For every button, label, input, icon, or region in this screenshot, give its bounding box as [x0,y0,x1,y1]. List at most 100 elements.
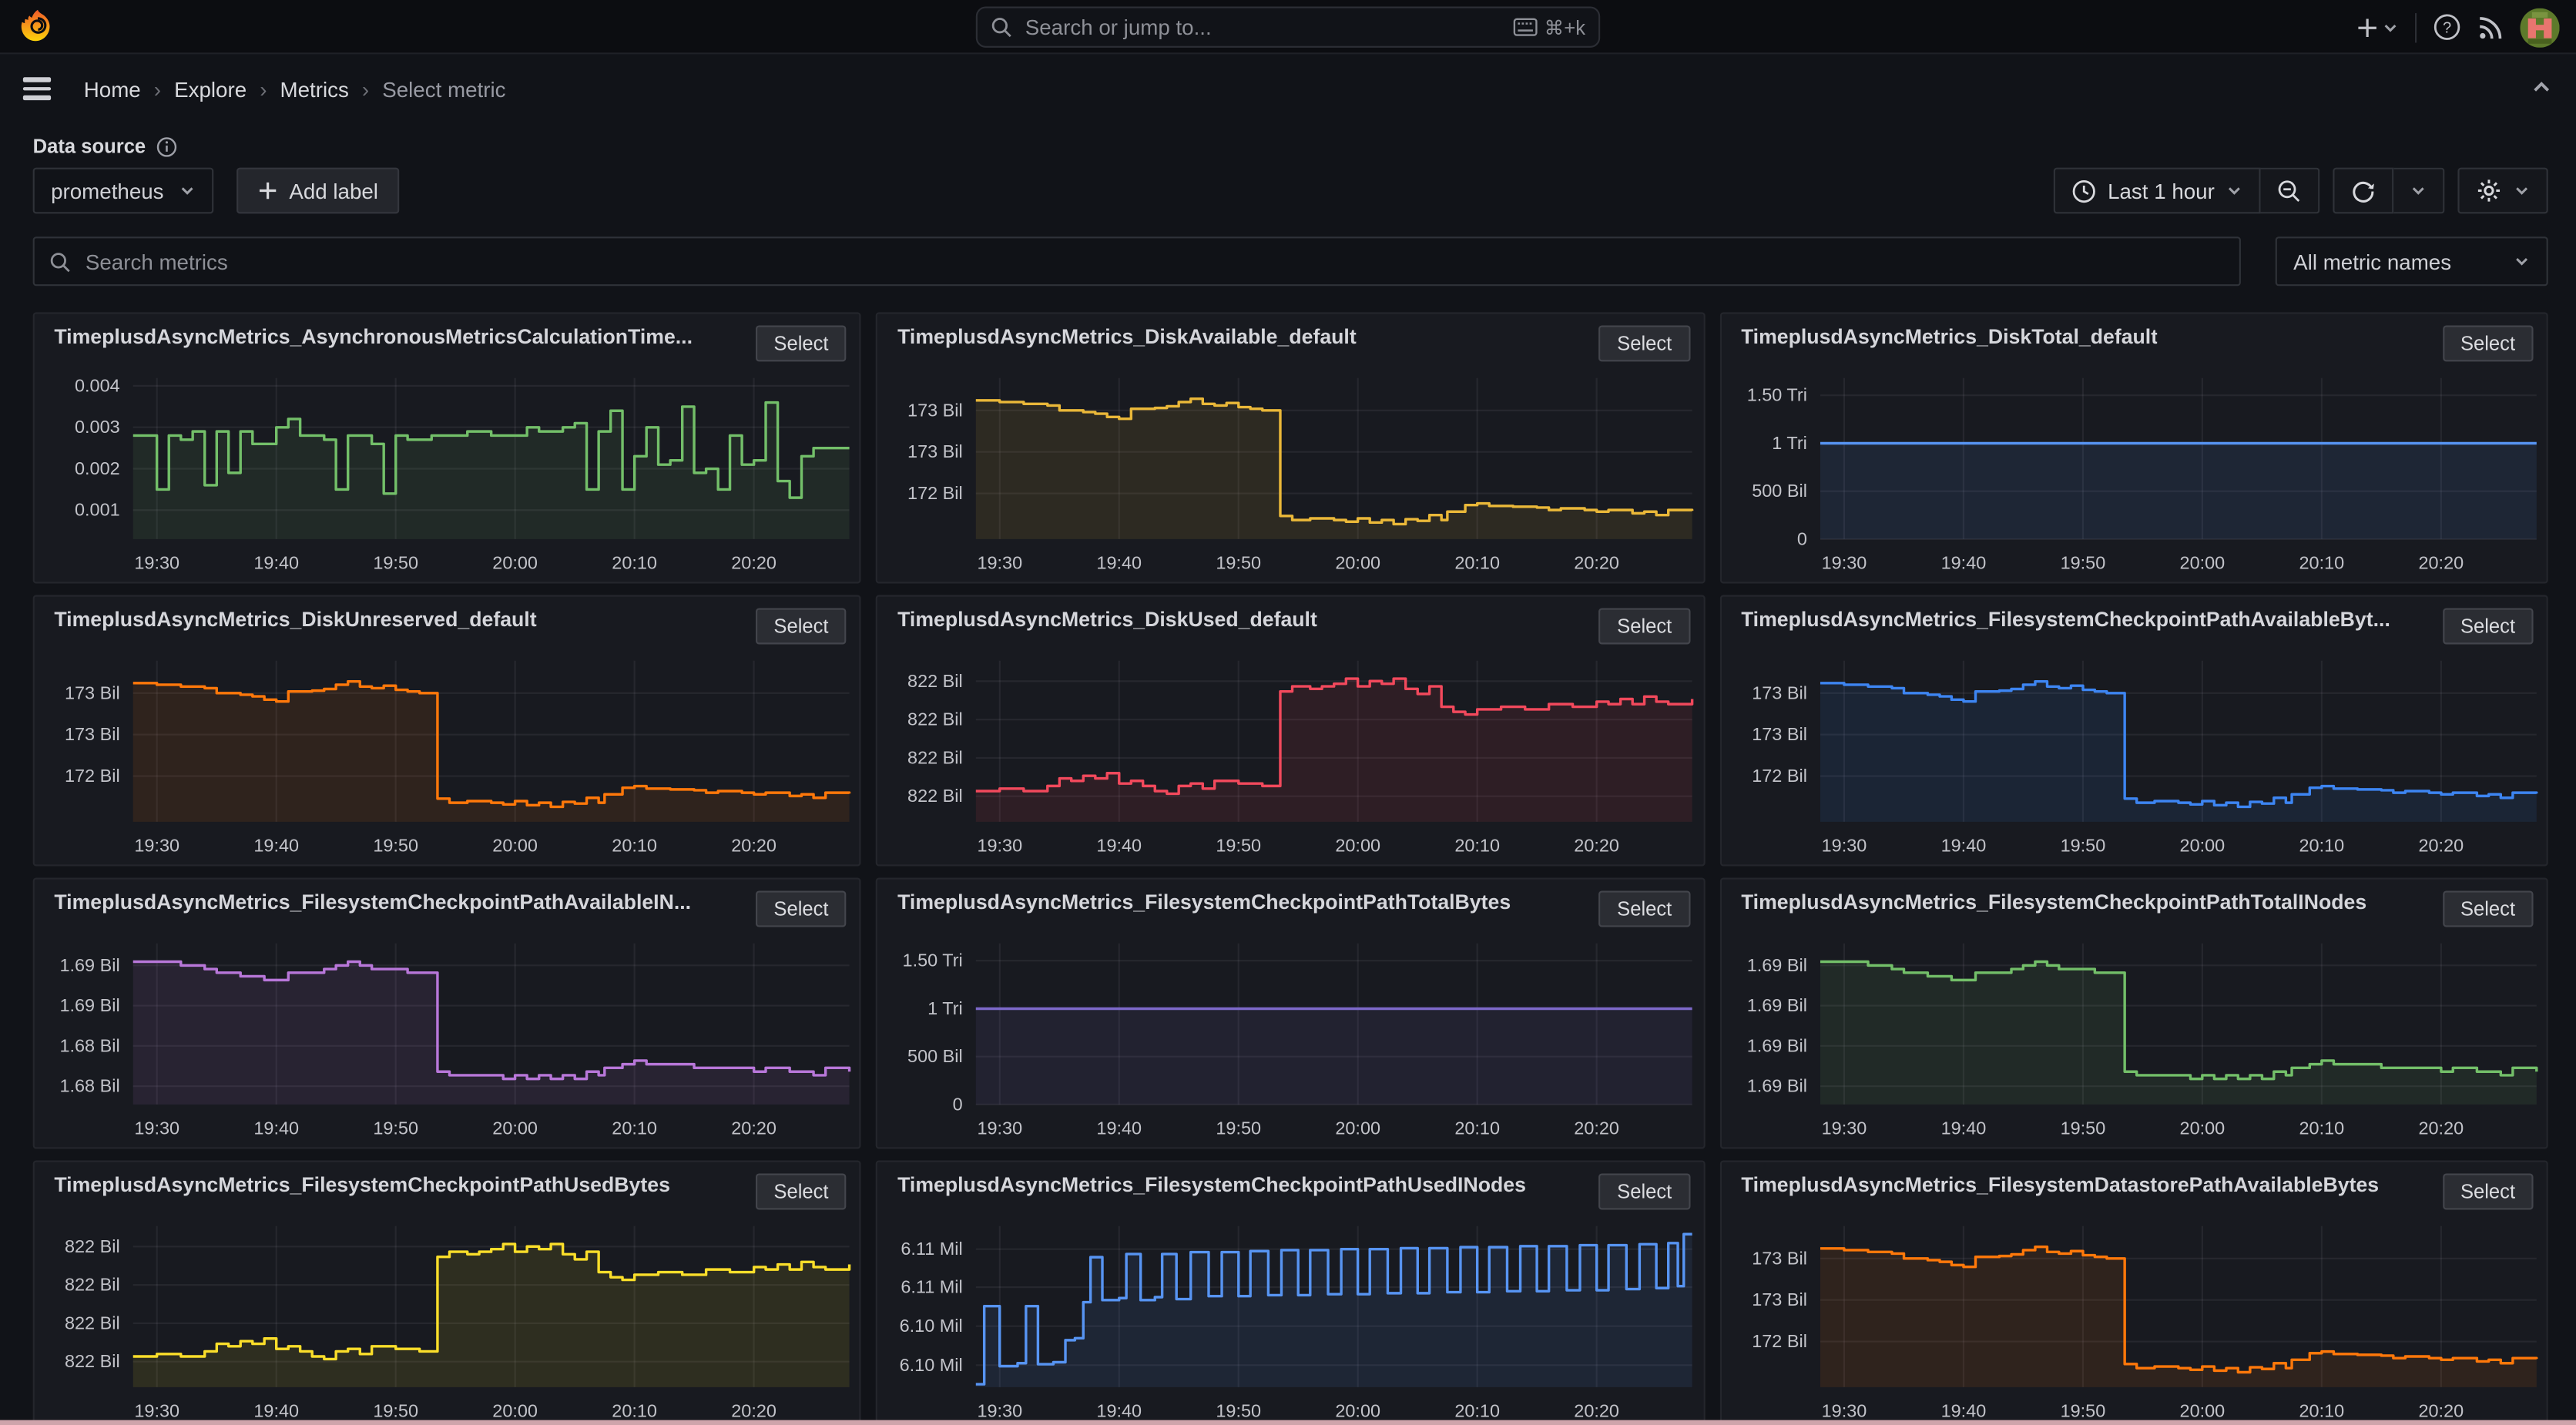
metric-names-filter[interactable]: All metric names [2275,236,2548,287]
x-tick-label: 19:40 [253,1401,299,1421]
y-tick-label: 822 Bil [65,1352,120,1372]
x-tick-label: 20:00 [1336,1118,1381,1138]
x-tick-label: 19:50 [2060,553,2105,573]
x-tick-label: 20:20 [731,1118,776,1138]
news-rss-button[interactable] [2477,14,2504,40]
x-tick-label: 20:10 [612,553,657,573]
panel-header: TimeplusdAsyncMetrics_FilesystemCheckpoi… [878,1162,1703,1211]
x-tick-label: 20:10 [612,1401,657,1421]
keyboard-icon [1513,18,1538,36]
collapse-chevron-up-icon[interactable] [2530,75,2553,99]
y-tick-label: 822 Bil [908,748,964,768]
metric-search-box[interactable] [32,236,2241,287]
panel-select-button-8[interactable]: Select [2442,890,2534,928]
y-tick-label: 172 Bil [1751,766,1806,786]
x-tick-label: 19:30 [978,1401,1023,1421]
panel-chart: 19:30 19:40 19:50 20:00 20:10 20:20 1.50 Tri 1 … [903,944,1693,1138]
panel-select-button-6[interactable]: Select [755,890,847,928]
y-tick-label: 173 Bil [1751,1249,1806,1269]
panel-select-button-1[interactable]: Select [1598,325,1690,363]
panel-select-button-9[interactable]: Select [755,1173,847,1211]
x-tick-label: 19:30 [1821,836,1867,856]
panel-chart: 19:30 19:40 19:50 20:00 20:10 20:20 173 Bil 173… [65,661,851,856]
y-tick-label: 0 [1796,529,1806,549]
x-tick-label: 20:20 [2418,1118,2464,1138]
x-tick-label: 20:20 [731,836,776,856]
global-search-input[interactable] [1021,13,1504,42]
y-tick-label: 822 Bil [65,1237,120,1257]
panel-chart: 19:30 19:40 19:50 20:00 20:10 20:20 173 Bil 173… [1751,1226,2537,1421]
panel-select-button-0[interactable]: Select [755,325,847,363]
panel-select-button-7[interactable]: Select [1598,890,1690,928]
panel-select-button-4[interactable]: Select [1598,608,1690,645]
settings-button[interactable] [2457,167,2548,214]
menu-toggle-icon[interactable] [22,77,52,100]
metric-panel-grid: TimeplusdAsyncMetrics_AsynchronousMetric… [32,312,2548,1425]
x-tick-label: 19:40 [1940,1118,1986,1138]
refresh-button[interactable] [2333,167,2394,214]
grafana-logo-icon[interactable] [20,8,56,46]
user-avatar[interactable] [2520,7,2560,47]
info-icon[interactable] [156,136,177,157]
x-tick-label: 20:10 [612,836,657,856]
zoom-out-button[interactable] [2260,167,2320,214]
panel-title: TimeplusdAsyncMetrics_DiskAvailable_defa… [897,325,1357,349]
breadcrumb-explore[interactable]: Explore [174,76,247,101]
x-tick-label: 19:50 [1216,1118,1262,1138]
metric-panel: TimeplusdAsyncMetrics_DiskUsed_default S… [876,595,1705,867]
x-tick-label: 20:00 [1336,553,1381,573]
y-tick-label: 1.50 Tri [1746,385,1806,405]
top-bar: ⌘+k ? [0,0,2576,55]
x-tick-label: 19:40 [253,836,299,856]
x-tick-label: 20:20 [2418,1401,2464,1421]
panel-chart: 19:30 19:40 19:50 20:00 20:10 20:20 1.69 Bil 1.… [59,944,851,1138]
panel-select-button-10[interactable]: Select [1598,1173,1690,1211]
x-tick-label: 19:30 [134,836,179,856]
x-tick-label: 20:00 [492,1401,538,1421]
panel-select-button-5[interactable]: Select [2442,608,2534,645]
panel-select-button-11[interactable]: Select [2442,1173,2534,1211]
x-tick-label: 19:40 [1097,1401,1142,1421]
x-tick-label: 20:20 [1575,553,1620,573]
x-tick-label: 20:10 [1455,553,1501,573]
panel-select-button-3[interactable]: Select [755,608,847,645]
new-menu-button[interactable] [2356,15,2398,39]
data-source-label-row: Data source [33,135,177,158]
metric-names-filter-value: All metric names [2293,249,2452,274]
data-source-picker[interactable]: prometheus [32,167,214,214]
x-tick-label: 19:30 [134,1401,179,1421]
x-tick-label: 20:20 [1575,836,1620,856]
metric-panel: TimeplusdAsyncMetrics_FilesystemCheckpoi… [32,877,862,1149]
help-button[interactable]: ? [2433,13,2460,41]
y-tick-label: 1.69 Bil [59,996,119,1016]
y-tick-label: 0.004 [75,376,120,396]
x-tick-label: 19:30 [1821,1401,1867,1421]
global-search-box[interactable]: ⌘+k [975,6,1601,48]
y-tick-label: 822 Bil [908,709,964,729]
y-tick-label: 173 Bil [1751,725,1806,745]
breadcrumb-metrics[interactable]: Metrics [280,76,349,101]
panel-chart: 19:30 19:40 19:50 20:00 20:10 20:20 0.004 0.003… [75,376,850,573]
x-tick-label: 20:20 [1575,1118,1620,1138]
plus-icon [259,182,277,200]
x-tick-label: 19:40 [1097,1118,1142,1138]
add-label-button[interactable]: Add label [236,167,400,214]
x-tick-label: 19:50 [373,553,418,573]
panel-title: TimeplusdAsyncMetrics_FilesystemCheckpoi… [54,1173,670,1197]
y-tick-label: 1.69 Bil [1746,996,1806,1016]
x-tick-label: 19:30 [134,1118,179,1138]
panel-chart: 19:30 19:40 19:50 20:00 20:10 20:20 822 Bil 822… [65,1226,851,1421]
metric-panel: TimeplusdAsyncMetrics_DiskAvailable_defa… [876,312,1705,584]
metric-search-input[interactable] [82,247,2225,276]
time-range-picker[interactable]: Last 1 hour [2053,167,2261,214]
panel-chart: 19:30 19:40 19:50 20:00 20:10 20:20 173 Bil 173… [1751,661,2537,856]
x-tick-label: 19:30 [978,553,1023,573]
panel-header: TimeplusdAsyncMetrics_FilesystemCheckpoi… [35,880,860,928]
panel-select-button-2[interactable]: Select [2442,325,2534,363]
x-tick-label: 20:00 [2179,1401,2225,1421]
x-tick-label: 20:20 [1575,1401,1620,1421]
refresh-interval-dropdown[interactable] [2393,167,2445,214]
breadcrumb-home[interactable]: Home [84,76,141,101]
chevron-right-icon: › [260,76,267,102]
x-tick-label: 19:50 [373,1118,418,1138]
